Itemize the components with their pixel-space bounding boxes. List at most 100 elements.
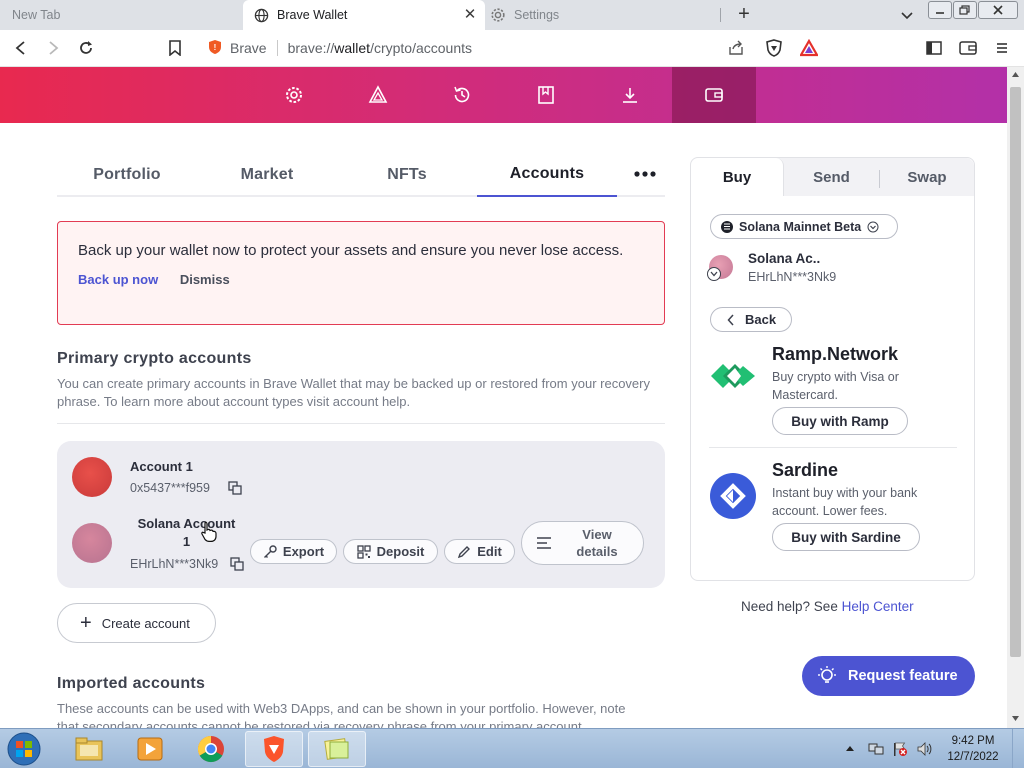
taskbar-brave-icon[interactable] bbox=[245, 731, 303, 767]
wallet-nav-tabs: Portfolio Market NFTs Accounts bbox=[57, 153, 665, 197]
selected-account-name[interactable]: Solana Ac.. bbox=[748, 251, 820, 266]
tab-strip: New Tab Brave Wallet ✕ Settings + bbox=[0, 0, 1024, 30]
account-selector-chevron-icon[interactable] bbox=[707, 267, 721, 281]
tab-label: Settings bbox=[514, 8, 560, 22]
buy-with-ramp-button[interactable]: Buy with Ramp bbox=[772, 407, 908, 435]
action-center-flag-icon[interactable] bbox=[892, 741, 908, 757]
maximize-button[interactable] bbox=[953, 1, 977, 19]
details-list-icon bbox=[537, 537, 551, 549]
buy-panel-tabs: Buy Send Swap bbox=[691, 158, 974, 196]
request-feature-button[interactable]: Request feature bbox=[802, 656, 975, 696]
new-tab-button[interactable]: + bbox=[734, 4, 754, 25]
account-address: EHrLhN***3Nk9 bbox=[130, 557, 219, 571]
show-desktop-button[interactable] bbox=[1012, 729, 1024, 768]
tab-label: Brave Wallet bbox=[277, 8, 348, 22]
lightbulb-icon bbox=[818, 666, 836, 683]
globe-icon bbox=[253, 7, 269, 23]
browser-toolbar: ! Brave brave://wallet/crypto/accounts bbox=[0, 30, 1024, 67]
primary-accounts-title: Primary crypto accounts bbox=[57, 350, 252, 367]
taskbar-file-explorer-icon[interactable] bbox=[60, 731, 118, 767]
tab-settings[interactable]: Settings bbox=[486, 0, 720, 30]
backup-alert: Back up your wallet now to protect your … bbox=[57, 221, 665, 325]
help-center-link[interactable]: Help Center bbox=[842, 599, 914, 614]
copy-icon[interactable] bbox=[228, 481, 242, 495]
wallet-toolbar-icon[interactable] bbox=[959, 39, 977, 57]
edit-button[interactable]: Edit bbox=[444, 539, 515, 564]
imported-accounts-title: Imported accounts bbox=[57, 675, 206, 692]
close-tab-icon[interactable]: ✕ bbox=[463, 7, 477, 22]
svg-text:!: ! bbox=[214, 43, 217, 52]
clock-date: 12/7/2022 bbox=[947, 751, 999, 763]
tab-label: New Tab bbox=[12, 8, 61, 22]
bookmarks-icon[interactable] bbox=[536, 85, 556, 105]
menu-icon[interactable] bbox=[993, 39, 1011, 57]
help-text: Need help? See Help Center bbox=[741, 599, 914, 614]
account-name[interactable]: Account 1 bbox=[130, 459, 193, 474]
tab-portfolio[interactable]: Portfolio bbox=[57, 153, 197, 197]
back-button[interactable]: Back bbox=[710, 307, 792, 332]
site-info-shield-icon[interactable]: ! bbox=[208, 39, 222, 58]
taskbar-sticky-notes-icon[interactable] bbox=[308, 731, 366, 767]
sardine-provider-name: Sardine bbox=[772, 460, 839, 480]
ramp-logo-icon bbox=[709, 352, 757, 400]
history-icon[interactable] bbox=[452, 85, 472, 105]
network-selector[interactable]: Solana Mainnet Beta bbox=[710, 214, 898, 239]
copy-icon[interactable] bbox=[230, 557, 244, 571]
scrollbar-thumb[interactable] bbox=[1010, 87, 1021, 657]
minimize-button[interactable] bbox=[928, 1, 952, 19]
key-icon bbox=[263, 544, 277, 558]
tab-brave-wallet[interactable]: Brave Wallet ✕ bbox=[243, 0, 485, 30]
tab-accounts[interactable]: Accounts bbox=[477, 153, 617, 197]
more-options-icon[interactable] bbox=[633, 167, 657, 179]
deposit-button[interactable]: Deposit bbox=[343, 539, 438, 564]
buy-with-sardine-button[interactable]: Buy with Sardine bbox=[772, 523, 920, 551]
tab-nfts[interactable]: NFTs bbox=[337, 153, 477, 197]
sardine-logo-icon bbox=[709, 472, 757, 520]
rewards-triangle-icon[interactable] bbox=[368, 85, 388, 105]
brave-shields-icon[interactable] bbox=[765, 39, 783, 57]
settings-gear-icon[interactable] bbox=[284, 85, 304, 105]
primary-accounts-card: Account 1 0x5437***f959 Solana Account 1 … bbox=[57, 441, 665, 588]
tab-swap[interactable]: Swap bbox=[880, 158, 974, 196]
back-arrow-icon[interactable] bbox=[12, 39, 30, 57]
page-scrollbar[interactable] bbox=[1007, 67, 1024, 728]
taskbar-clock[interactable]: 9:42 PM 12/7/2022 bbox=[938, 733, 1008, 765]
back-up-now-link[interactable]: Back up now bbox=[78, 272, 158, 287]
view-details-button[interactable]: View details bbox=[521, 521, 644, 565]
backup-alert-message: Back up your wallet now to protect your … bbox=[78, 242, 624, 259]
url-text: brave://wallet/crypto/accounts bbox=[287, 40, 473, 56]
avatar bbox=[72, 523, 112, 563]
ramp-provider-name: Ramp.Network bbox=[772, 344, 899, 364]
imported-accounts-description: These accounts can be used with Web3 DAp… bbox=[57, 701, 626, 728]
start-button[interactable] bbox=[4, 731, 44, 767]
network-icon[interactable] bbox=[868, 741, 884, 757]
taskbar-chrome-icon[interactable] bbox=[182, 731, 240, 767]
reload-icon[interactable] bbox=[77, 39, 95, 57]
wallet-icon[interactable] bbox=[704, 85, 724, 105]
solana-logo-icon bbox=[721, 220, 733, 233]
bookmark-icon[interactable] bbox=[166, 39, 184, 57]
account-name[interactable]: Solana Account 1 bbox=[130, 515, 243, 551]
wallet-header bbox=[0, 67, 1007, 123]
volume-icon[interactable] bbox=[916, 741, 932, 757]
export-button[interactable]: Export bbox=[250, 539, 337, 564]
share-icon[interactable] bbox=[727, 39, 745, 57]
downloads-icon[interactable] bbox=[620, 85, 640, 105]
tab-buy[interactable]: Buy bbox=[691, 158, 784, 196]
close-window-button[interactable] bbox=[978, 1, 1018, 19]
qr-code-icon bbox=[357, 544, 371, 559]
taskbar-media-player-icon[interactable] bbox=[121, 731, 179, 767]
sidebar-toggle-icon[interactable] bbox=[925, 39, 943, 57]
show-hidden-icons-icon[interactable] bbox=[844, 744, 856, 754]
hand-cursor-icon bbox=[201, 521, 217, 542]
gear-icon bbox=[490, 7, 506, 23]
tab-search-chevron-icon[interactable] bbox=[898, 6, 916, 24]
forward-arrow-icon[interactable] bbox=[44, 39, 62, 57]
tab-market[interactable]: Market bbox=[197, 153, 337, 197]
create-account-button[interactable]: + Create account bbox=[57, 603, 216, 643]
plus-icon: + bbox=[80, 612, 92, 634]
tab-send[interactable]: Send bbox=[784, 158, 879, 196]
brave-rewards-icon[interactable] bbox=[800, 39, 818, 57]
dismiss-link[interactable]: Dismiss bbox=[180, 272, 230, 287]
tab-new-tab[interactable]: New Tab bbox=[0, 0, 242, 30]
